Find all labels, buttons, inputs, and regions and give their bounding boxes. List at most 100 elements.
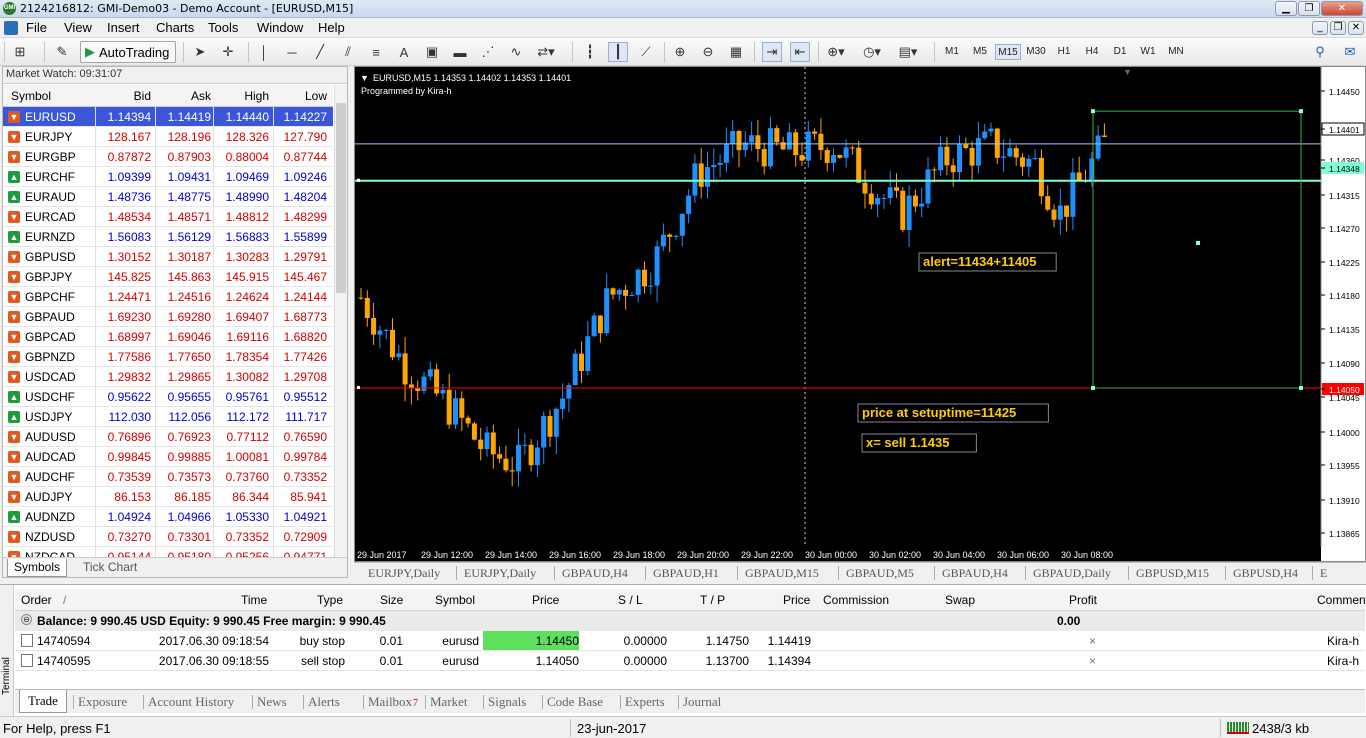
market-watch-row[interactable]: ▼ GBPUSD 1.30152 1.30187 1.30283 1.29791 [3,247,333,267]
text-icon[interactable]: A [394,42,414,62]
chart-tab[interactable]: EURJPY,Daily [368,566,440,581]
timeframe-m30[interactable]: M30 [1023,44,1049,60]
menu-charts[interactable]: Charts [156,20,194,35]
annotation-label[interactable]: alert=11434+11405 [923,254,1037,269]
indicators-icon[interactable]: ⊕▾ [826,42,846,62]
balance-row[interactable]: ⊖ Balance: 9 990.45 USD Equity: 9 990.45… [15,611,1365,631]
menu-help[interactable]: Help [318,20,345,35]
minimize-button[interactable]: ▁ [1275,1,1297,16]
candlestick-icon[interactable]: ┃ [608,42,628,62]
menu-view[interactable]: View [64,20,92,35]
col-ask[interactable]: Ask [159,89,211,103]
col-high[interactable]: High [217,89,269,103]
candlestick-chart[interactable]: alert=11434+11405 price at setuptime=1142… [355,67,1365,561]
chart-tab[interactable]: GBPAUD,M5 [846,566,914,581]
market-watch-row[interactable]: ▼ EURGBP 0.87872 0.87903 0.88004 0.87744 [3,147,333,167]
mdi-restore-button[interactable]: ❐ [1330,21,1346,35]
timeframe-m1[interactable]: M1 [939,44,965,60]
mdi-minimize-button[interactable]: _ [1312,21,1328,35]
timeframe-d1[interactable]: D1 [1107,44,1133,60]
market-watch-row[interactable]: ▲ USDJPY 112.030 112.056 112.172 111.717 [3,407,333,427]
chart-tab[interactable]: GBPAUD,Daily [1033,566,1111,581]
timeframe-h1[interactable]: H1 [1051,44,1077,60]
terminal-tab-mailbox[interactable]: Mailbox [368,694,412,710]
line-handle[interactable] [357,385,360,389]
terminal-tab-market[interactable]: Market [430,694,468,710]
market-watch-row[interactable]: ▼ GBPCAD 1.68997 1.69046 1.69116 1.68820 [3,327,333,347]
terminal-tab-account-history[interactable]: Account History [148,694,234,710]
col-sl[interactable]: S / L [618,593,643,607]
zoom-out-icon[interactable]: ⊖ [698,42,718,62]
market-watch-row[interactable]: ▼ AUDUSD 0.76896 0.76923 0.77112 0.76590 [3,427,333,447]
autoscroll-icon[interactable]: ⇥ [762,42,782,62]
market-watch-row[interactable]: ▼ NZDUSD 0.73270 0.73301 0.73352 0.72909 [3,527,333,547]
order-row[interactable]: 14740595 2017.06.30 09:18:55 sell stop 0.01… [15,651,1365,671]
autotrading-button[interactable]: ▶ AutoTrading [80,41,176,63]
market-watch-row[interactable]: ▲ EURCHF 1.09399 1.09431 1.09469 1.09246 [3,167,333,187]
periods-icon[interactable]: ◷▾ [862,42,882,62]
fibo-fan-icon[interactable]: ⋰ [478,42,498,62]
elliott-icon[interactable]: ∿ [506,42,526,62]
close-order-icon[interactable]: × [1089,654,1096,668]
templates-icon[interactable]: ▤▾ [898,42,918,62]
chart-tab[interactable]: GBPAUD,H1 [653,566,719,581]
market-watch-row[interactable]: ▼ EURJPY 128.167 128.196 128.326 127.790 [3,127,333,147]
bar-chart-icon[interactable]: ┇ [580,42,600,62]
arrows-icon[interactable]: ⇄▾ [536,42,556,62]
chart-tab[interactable]: GBPAUD,M15 [745,566,819,581]
market-watch-row[interactable]: ▼ EURCAD 1.48534 1.48571 1.48812 1.48299 [3,207,333,227]
zoom-in-icon[interactable]: ⊕ [670,42,690,62]
chart-tab[interactable]: EURJPY,Daily [464,566,536,581]
fibonacci-icon[interactable]: ≡ [366,42,386,62]
close-order-icon[interactable]: × [1089,634,1096,648]
menu-window[interactable]: Window [257,20,303,35]
terminal-tab-news[interactable]: News [257,694,287,710]
crosshair-icon[interactable]: ✛ [218,42,238,62]
tile-windows-icon[interactable]: ▦ [726,42,746,62]
col-symbol[interactable]: Symbol [11,89,51,103]
chart-window[interactable]: alert=11434+11405 price at setuptime=1142… [354,66,1366,562]
menu-insert[interactable]: Insert [107,20,140,35]
col-size[interactable]: Size [380,593,403,607]
mdi-close-button[interactable]: ✕ [1348,21,1364,35]
trendline-icon[interactable]: ╱ [310,42,330,62]
chat-icon[interactable]: ✉ [1340,42,1360,62]
terminal-tab-alerts[interactable]: Alerts [308,694,340,710]
chart-tab[interactable]: GBPUSD,H4 [1233,566,1298,581]
anchor-point[interactable] [1091,385,1095,390]
market-watch-row[interactable]: ▼ GBPCHF 1.24471 1.24516 1.24624 1.24144 [3,287,333,307]
line-chart-icon[interactable]: ⟋ [636,42,656,62]
anchor-point[interactable] [1299,109,1303,114]
menu-file[interactable]: File [26,20,47,35]
col-symbol[interactable]: Symbol [435,593,475,607]
close-button[interactable]: ✕ [1321,1,1363,16]
anchor-point[interactable] [1299,385,1303,390]
col-comment[interactable]: Comment [1317,593,1366,607]
tab-tick-chart[interactable]: Tick Chart [77,559,143,577]
terminal-tab-exposure[interactable]: Exposure [78,694,127,710]
timeframe-m15[interactable]: M15 [995,44,1021,60]
cursor-icon[interactable]: ➤ [190,42,210,62]
col-price[interactable]: Price [532,593,559,607]
market-watch-row[interactable]: ▲ EURNZD 1.56083 1.56129 1.56883 1.55899 [3,227,333,247]
col-bid[interactable]: Bid [99,89,151,103]
terminal-tab-code-base[interactable]: Code Base [547,694,603,710]
terminal-tab-signals[interactable]: Signals [488,694,526,710]
scrollbar-thumb[interactable] [336,103,346,293]
col-current-price[interactable]: Price [783,593,810,607]
anchor-point[interactable] [1091,109,1095,114]
market-watch-scrollbar[interactable] [334,85,347,559]
annotation-label[interactable]: price at setuptime=11425 [862,405,1016,420]
market-watch-row[interactable]: ▼ GBPJPY 145.825 145.863 145.915 145.467 [3,267,333,287]
rectangle-icon[interactable]: ▬ [450,42,470,62]
market-watch-row[interactable]: ▲ AUDNZD 1.04924 1.04966 1.05330 1.04921 [3,507,333,527]
col-tp[interactable]: T / P [700,593,725,607]
text-label-icon[interactable]: ▣ [422,42,442,62]
terminal-tab-trade[interactable]: Trade [19,690,67,713]
tab-symbols[interactable]: Symbols [7,559,68,577]
market-watch-row[interactable]: ▼ AUDCHF 0.73539 0.73573 0.73760 0.73352 [3,467,333,487]
col-time[interactable]: Time [241,593,267,607]
new-chart-icon[interactable]: ⊞ [10,42,30,62]
terminal-tab-journal[interactable]: Journal [683,694,721,710]
chart-tab[interactable]: E [1320,566,1327,581]
